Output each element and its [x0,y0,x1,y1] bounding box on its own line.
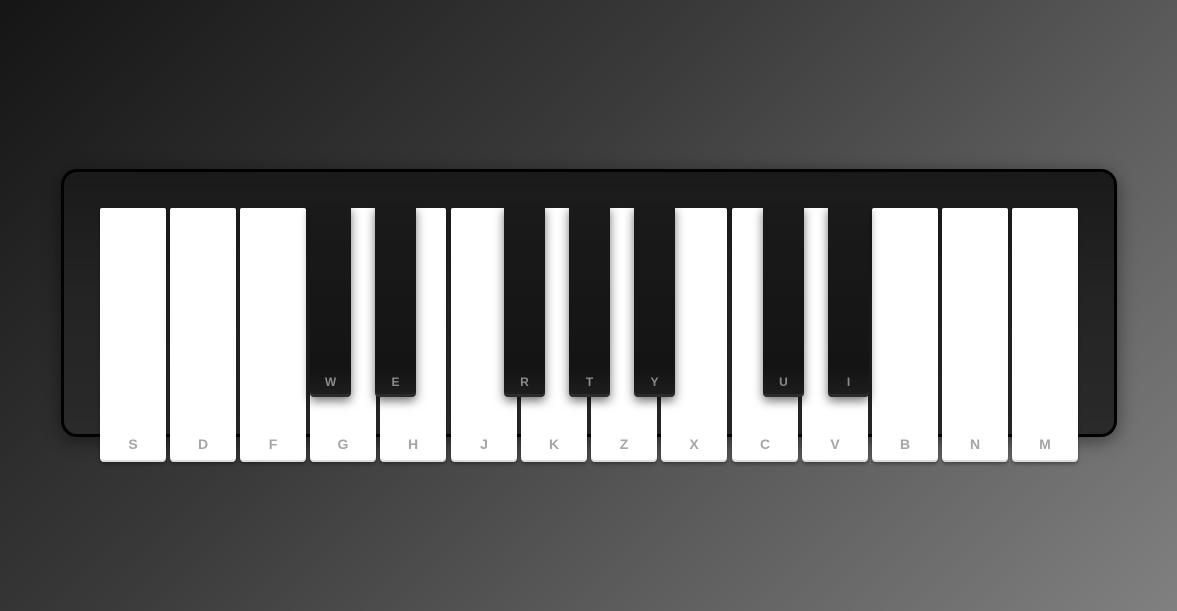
key-label: F [268,436,278,452]
black-key[interactable]: I [828,206,869,397]
key-label: V [830,436,840,452]
key-label: X [689,436,699,452]
black-key[interactable]: U [763,206,804,397]
black-key[interactable]: R [504,206,545,397]
key-label: Y [650,375,659,389]
key-label: G [337,436,349,452]
white-key[interactable]: D [170,208,236,462]
key-label: R [520,375,529,389]
key-label: T [585,375,594,389]
key-label: N [969,436,981,452]
key-label: H [407,436,419,452]
black-key[interactable]: E [375,206,416,397]
black-key[interactable]: Y [634,206,675,397]
key-label: C [759,436,771,452]
key-label: W [324,375,337,389]
white-key[interactable]: F [240,208,306,462]
white-key[interactable]: N [942,208,1008,462]
white-key[interactable]: S [100,208,166,462]
piano-keyboard: S D F G H J K Z X C V B N M W E R T Y U … [0,0,1177,611]
black-key[interactable]: T [569,206,610,397]
white-key[interactable]: B [872,208,938,462]
key-label: K [548,436,560,452]
key-label: M [1039,436,1051,452]
white-key[interactable]: M [1012,208,1078,462]
key-label: S [128,436,138,452]
key-label: B [899,436,911,452]
black-key[interactable]: W [310,206,351,397]
key-label: U [779,375,788,389]
key-label: I [846,375,851,389]
key-label: J [480,436,488,452]
key-label: E [391,375,400,389]
key-label: Z [619,436,629,452]
key-label: D [197,436,209,452]
